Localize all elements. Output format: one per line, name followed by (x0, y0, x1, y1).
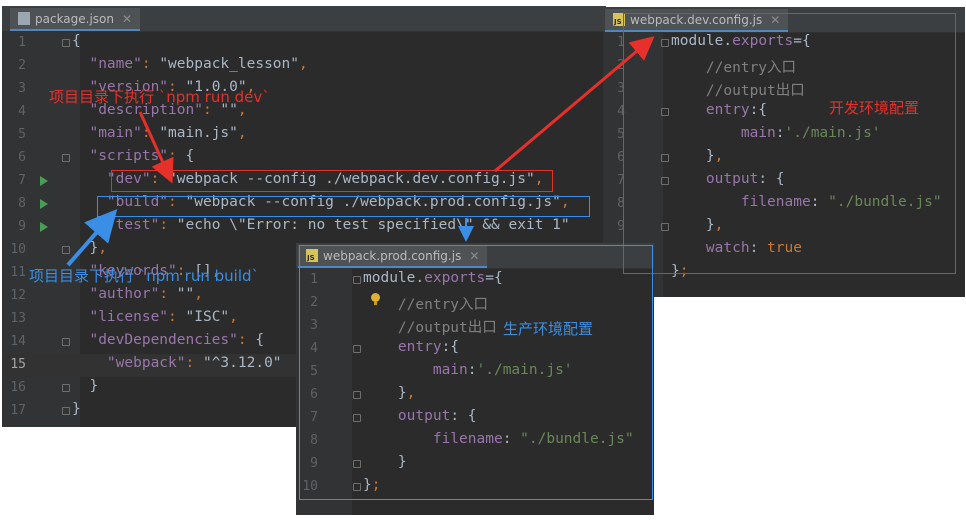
line-number: 15 (10, 357, 26, 372)
build-script-highlight-box (97, 196, 590, 217)
line-number: 2 (617, 58, 625, 73)
code-line[interactable]: "test": "echo \"Error: no test specified… (72, 217, 570, 233)
code-line[interactable]: "name": "webpack_lesson", (72, 56, 307, 72)
dev-env-label: 开发环境配置 (829, 99, 920, 117)
dev-run-annotation: 项目目录下执行 `npm run dev` (49, 88, 270, 106)
code-line[interactable]: "main": "main.js", (72, 125, 246, 141)
line-number: 1 (617, 35, 625, 50)
fold-marker-icon[interactable] (62, 39, 70, 47)
line-number: 3 (18, 81, 26, 96)
line-number: 9 (617, 219, 625, 234)
line-number: 5 (617, 127, 625, 142)
code-line[interactable]: } (72, 378, 98, 394)
build-run-annotation: 项目目录下执行 `npm run build` (29, 267, 260, 285)
line-number: 2 (18, 58, 26, 73)
dev-config-highlight-box (623, 13, 956, 274)
line-number: 13 (10, 311, 26, 326)
line-number: 4 (18, 104, 26, 119)
fold-marker-icon[interactable] (62, 384, 70, 392)
line-number: 16 (10, 380, 26, 395)
line-number: 12 (10, 288, 26, 303)
fold-marker-icon[interactable] (62, 407, 70, 415)
code-line[interactable]: "author": "", (72, 286, 203, 302)
line-number: 10 (10, 242, 26, 257)
line-number: 9 (18, 219, 26, 234)
tab-label: package.json (35, 11, 115, 26)
prod-config-highlight-box (299, 245, 653, 500)
editor-tab-bar: package.json ✕ (2, 6, 606, 32)
prod-env-label: 生产环境配置 (503, 320, 594, 338)
code-line[interactable]: }, (72, 240, 106, 256)
code-line[interactable]: "scripts": { (72, 148, 194, 164)
line-number: 5 (18, 127, 26, 142)
fold-marker-icon[interactable] (62, 246, 70, 254)
run-script-icon[interactable] (40, 199, 48, 209)
json-file-icon (18, 12, 30, 25)
dev-script-highlight-box (111, 170, 553, 192)
line-number: 14 (10, 334, 26, 349)
line-number: 3 (617, 81, 625, 96)
code-line[interactable]: { (72, 33, 81, 49)
code-line[interactable]: "webpack": "^3.12.0" (72, 355, 282, 371)
close-icon[interactable]: ✕ (122, 12, 132, 26)
fold-marker-icon[interactable] (62, 338, 70, 346)
line-number: 17 (10, 403, 26, 418)
code-line[interactable]: } (72, 401, 81, 417)
line-number: 7 (617, 173, 625, 188)
line-number: 1 (18, 35, 26, 50)
line-number: 7 (18, 173, 26, 188)
line-number: 6 (617, 150, 625, 165)
line-number: 8 (617, 196, 625, 211)
run-script-icon[interactable] (40, 176, 48, 186)
line-number: 6 (18, 150, 26, 165)
line-number: 11 (10, 265, 26, 280)
code-line[interactable]: "devDependencies": { (72, 332, 264, 348)
tab-package-json[interactable]: package.json ✕ (10, 8, 141, 31)
fold-marker-icon[interactable] (62, 154, 70, 162)
code-line[interactable]: "license": "ISC", (72, 309, 237, 325)
run-script-icon[interactable] (40, 222, 48, 232)
line-number: 4 (617, 104, 625, 119)
line-number: 8 (18, 196, 26, 211)
